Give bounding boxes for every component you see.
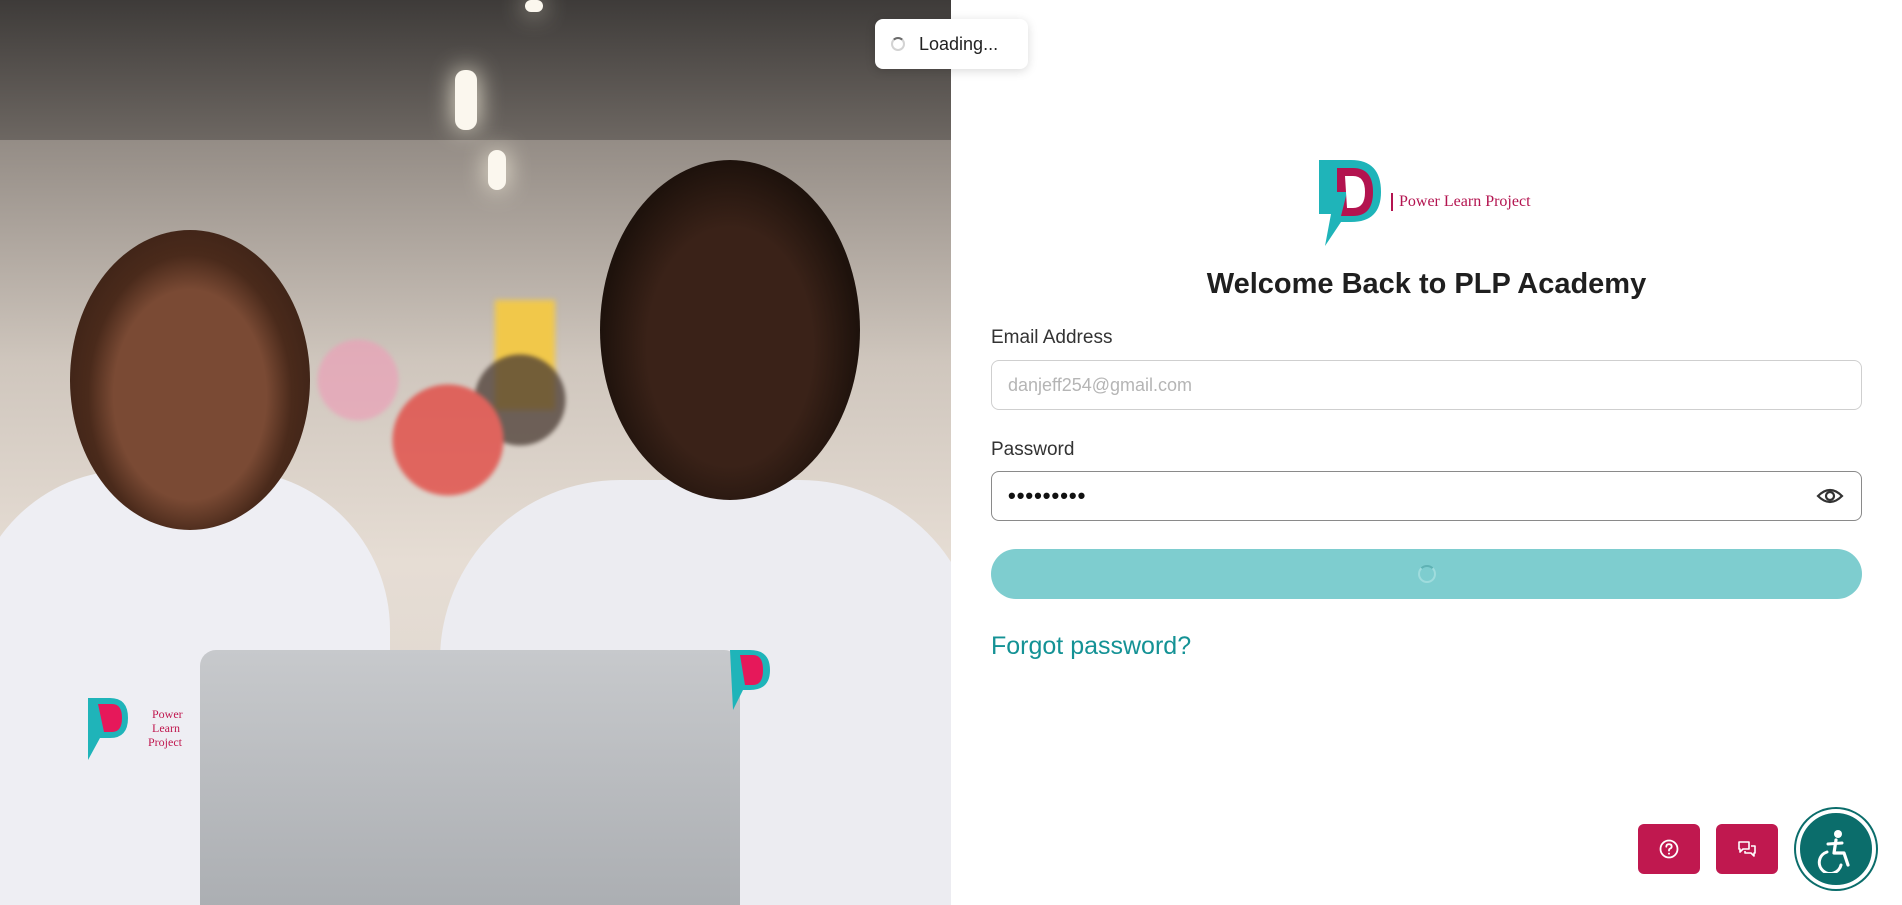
shirt-logo-line2: Learn bbox=[152, 721, 180, 735]
eye-icon[interactable] bbox=[1815, 486, 1845, 506]
ceiling-light bbox=[455, 70, 477, 130]
login-submit-button[interactable] bbox=[991, 549, 1862, 599]
login-panel: Power Learn Project Welcome Back to PLP … bbox=[951, 0, 1902, 905]
person-left-head bbox=[70, 230, 310, 530]
shirt-logo-line1: Power bbox=[152, 707, 183, 721]
brand-logo: Power Learn Project bbox=[1315, 158, 1531, 246]
plp-logo-icon bbox=[1319, 160, 1381, 246]
submit-spinner-icon bbox=[1417, 565, 1436, 583]
shirt-logo: Power Learn Project bbox=[88, 698, 183, 760]
help-button[interactable] bbox=[1638, 824, 1700, 874]
shirt-logo-small bbox=[730, 650, 770, 710]
hero-photo: Power Learn Project bbox=[0, 0, 951, 905]
password-field[interactable]: ••••••••• bbox=[991, 471, 1862, 521]
ceiling-light bbox=[525, 0, 543, 12]
accessibility-icon bbox=[1817, 830, 1850, 873]
page-title: Welcome Back to PLP Academy bbox=[1206, 268, 1647, 300]
chat-button[interactable] bbox=[1716, 824, 1778, 874]
toast-text: Loading... bbox=[919, 33, 999, 54]
loading-spinner-icon bbox=[891, 37, 905, 51]
password-input[interactable]: ••••••••• bbox=[1008, 483, 1815, 509]
accessibility-button[interactable] bbox=[1796, 809, 1876, 889]
question-circle-icon bbox=[1659, 839, 1679, 859]
shirt-logo-line3: Project bbox=[148, 735, 183, 749]
brand-name: Power Learn Project bbox=[1391, 193, 1531, 211]
email-label: Email Address bbox=[991, 327, 1113, 348]
chat-bubbles-icon bbox=[1738, 841, 1756, 857]
login-page: Power Learn Project Loading... Power Lea… bbox=[0, 0, 1902, 905]
person-right-head bbox=[600, 160, 860, 500]
email-input[interactable] bbox=[1008, 374, 1845, 396]
password-label: Password bbox=[991, 439, 1075, 460]
loading-toast: Loading... bbox=[875, 19, 1028, 69]
ceiling-light bbox=[488, 150, 506, 190]
forgot-password-link[interactable]: Forgot password? bbox=[991, 632, 1191, 661]
email-field[interactable] bbox=[991, 360, 1862, 410]
laptop bbox=[200, 650, 740, 905]
